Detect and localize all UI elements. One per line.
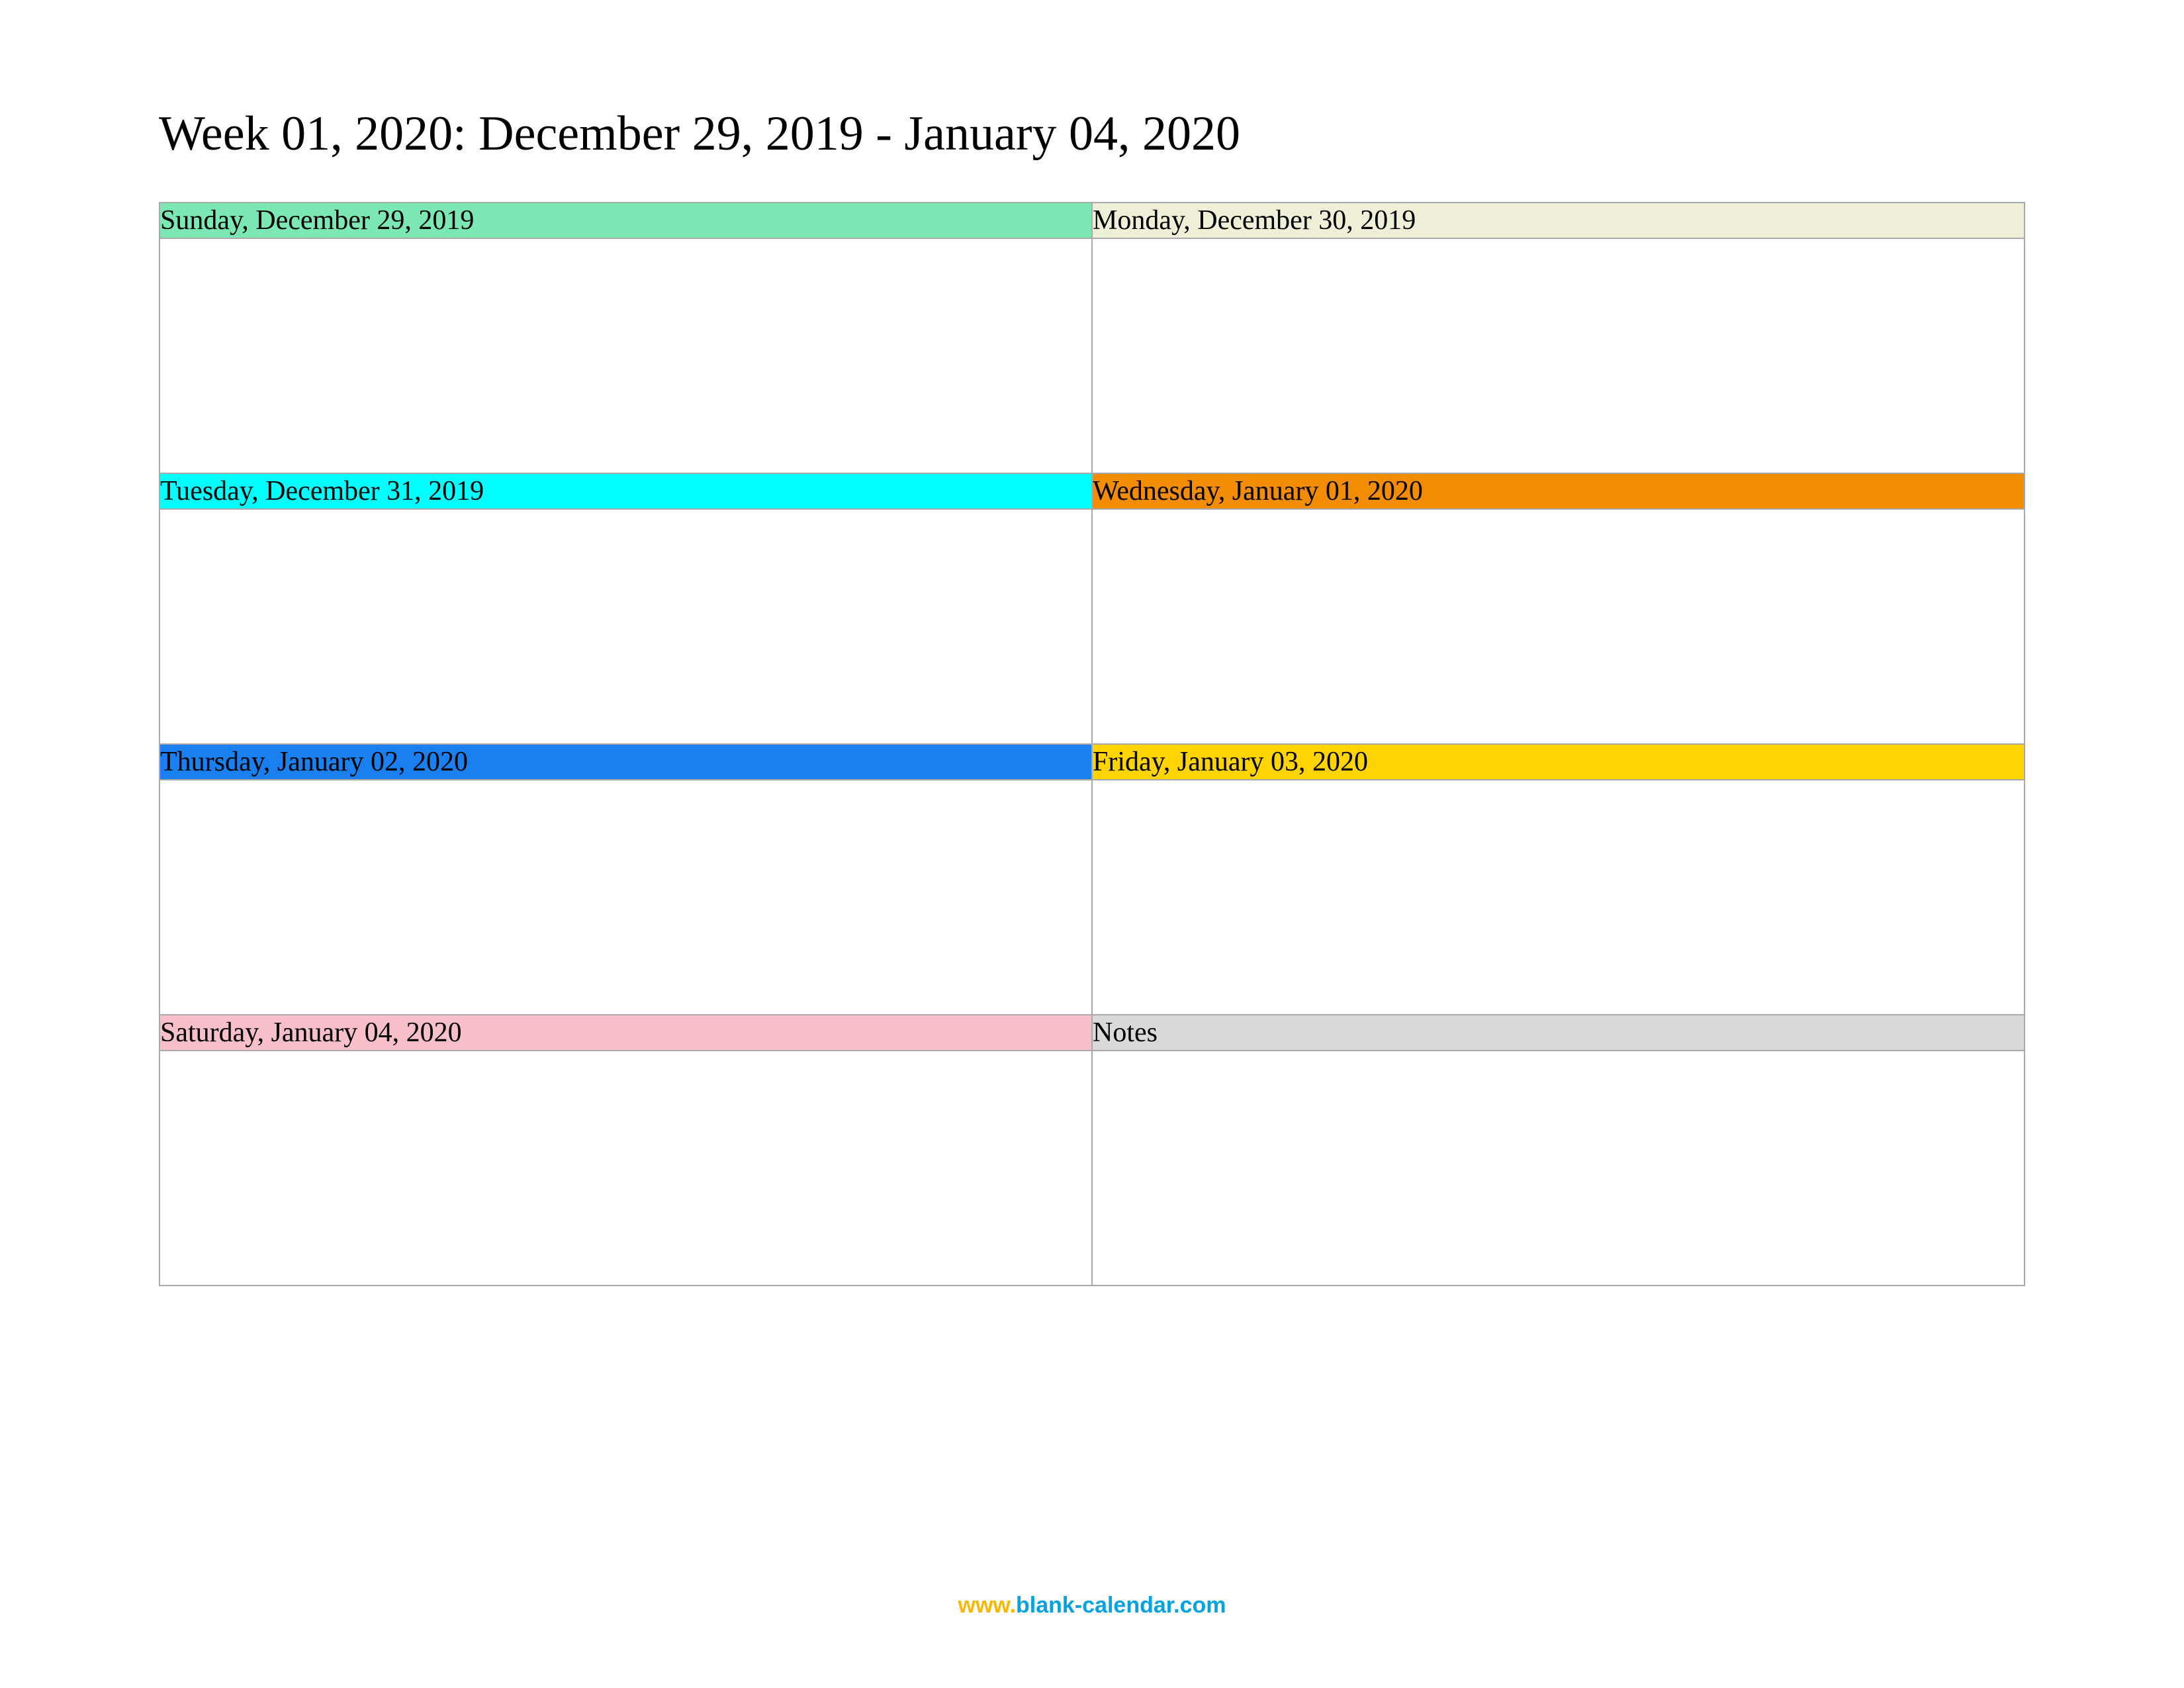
footer-link: www.blank-calendar.com <box>958 1593 1226 1618</box>
day-header-tuesday: Tuesday, December 31, 2019 <box>159 473 1092 509</box>
notes-body <box>1092 1051 2025 1286</box>
day-body-saturday <box>159 1051 1092 1286</box>
page-title: Week 01, 2020: December 29, 2019 - Janua… <box>159 106 2025 162</box>
notes-header: Notes <box>1092 1015 2025 1051</box>
footer-link-rest: blank-calendar.com <box>1016 1593 1226 1618</box>
calendar-grid: Sunday, December 29, 2019 Monday, Decemb… <box>159 202 2025 1286</box>
day-body-monday <box>1092 238 2025 473</box>
day-body-friday <box>1092 780 2025 1015</box>
day-header-monday: Monday, December 30, 2019 <box>1092 203 2025 238</box>
day-body-wednesday <box>1092 509 2025 744</box>
footer-link-prefix: www. <box>958 1593 1017 1618</box>
day-body-tuesday <box>159 509 1092 744</box>
day-header-saturday: Saturday, January 04, 2020 <box>159 1015 1092 1051</box>
day-header-wednesday: Wednesday, January 01, 2020 <box>1092 473 2025 509</box>
day-header-sunday: Sunday, December 29, 2019 <box>159 203 1092 238</box>
day-header-thursday: Thursday, January 02, 2020 <box>159 744 1092 780</box>
day-header-friday: Friday, January 03, 2020 <box>1092 744 2025 780</box>
weekly-calendar-page: Week 01, 2020: December 29, 2019 - Janua… <box>0 0 2184 1688</box>
day-body-sunday <box>159 238 1092 473</box>
day-body-thursday <box>159 780 1092 1015</box>
